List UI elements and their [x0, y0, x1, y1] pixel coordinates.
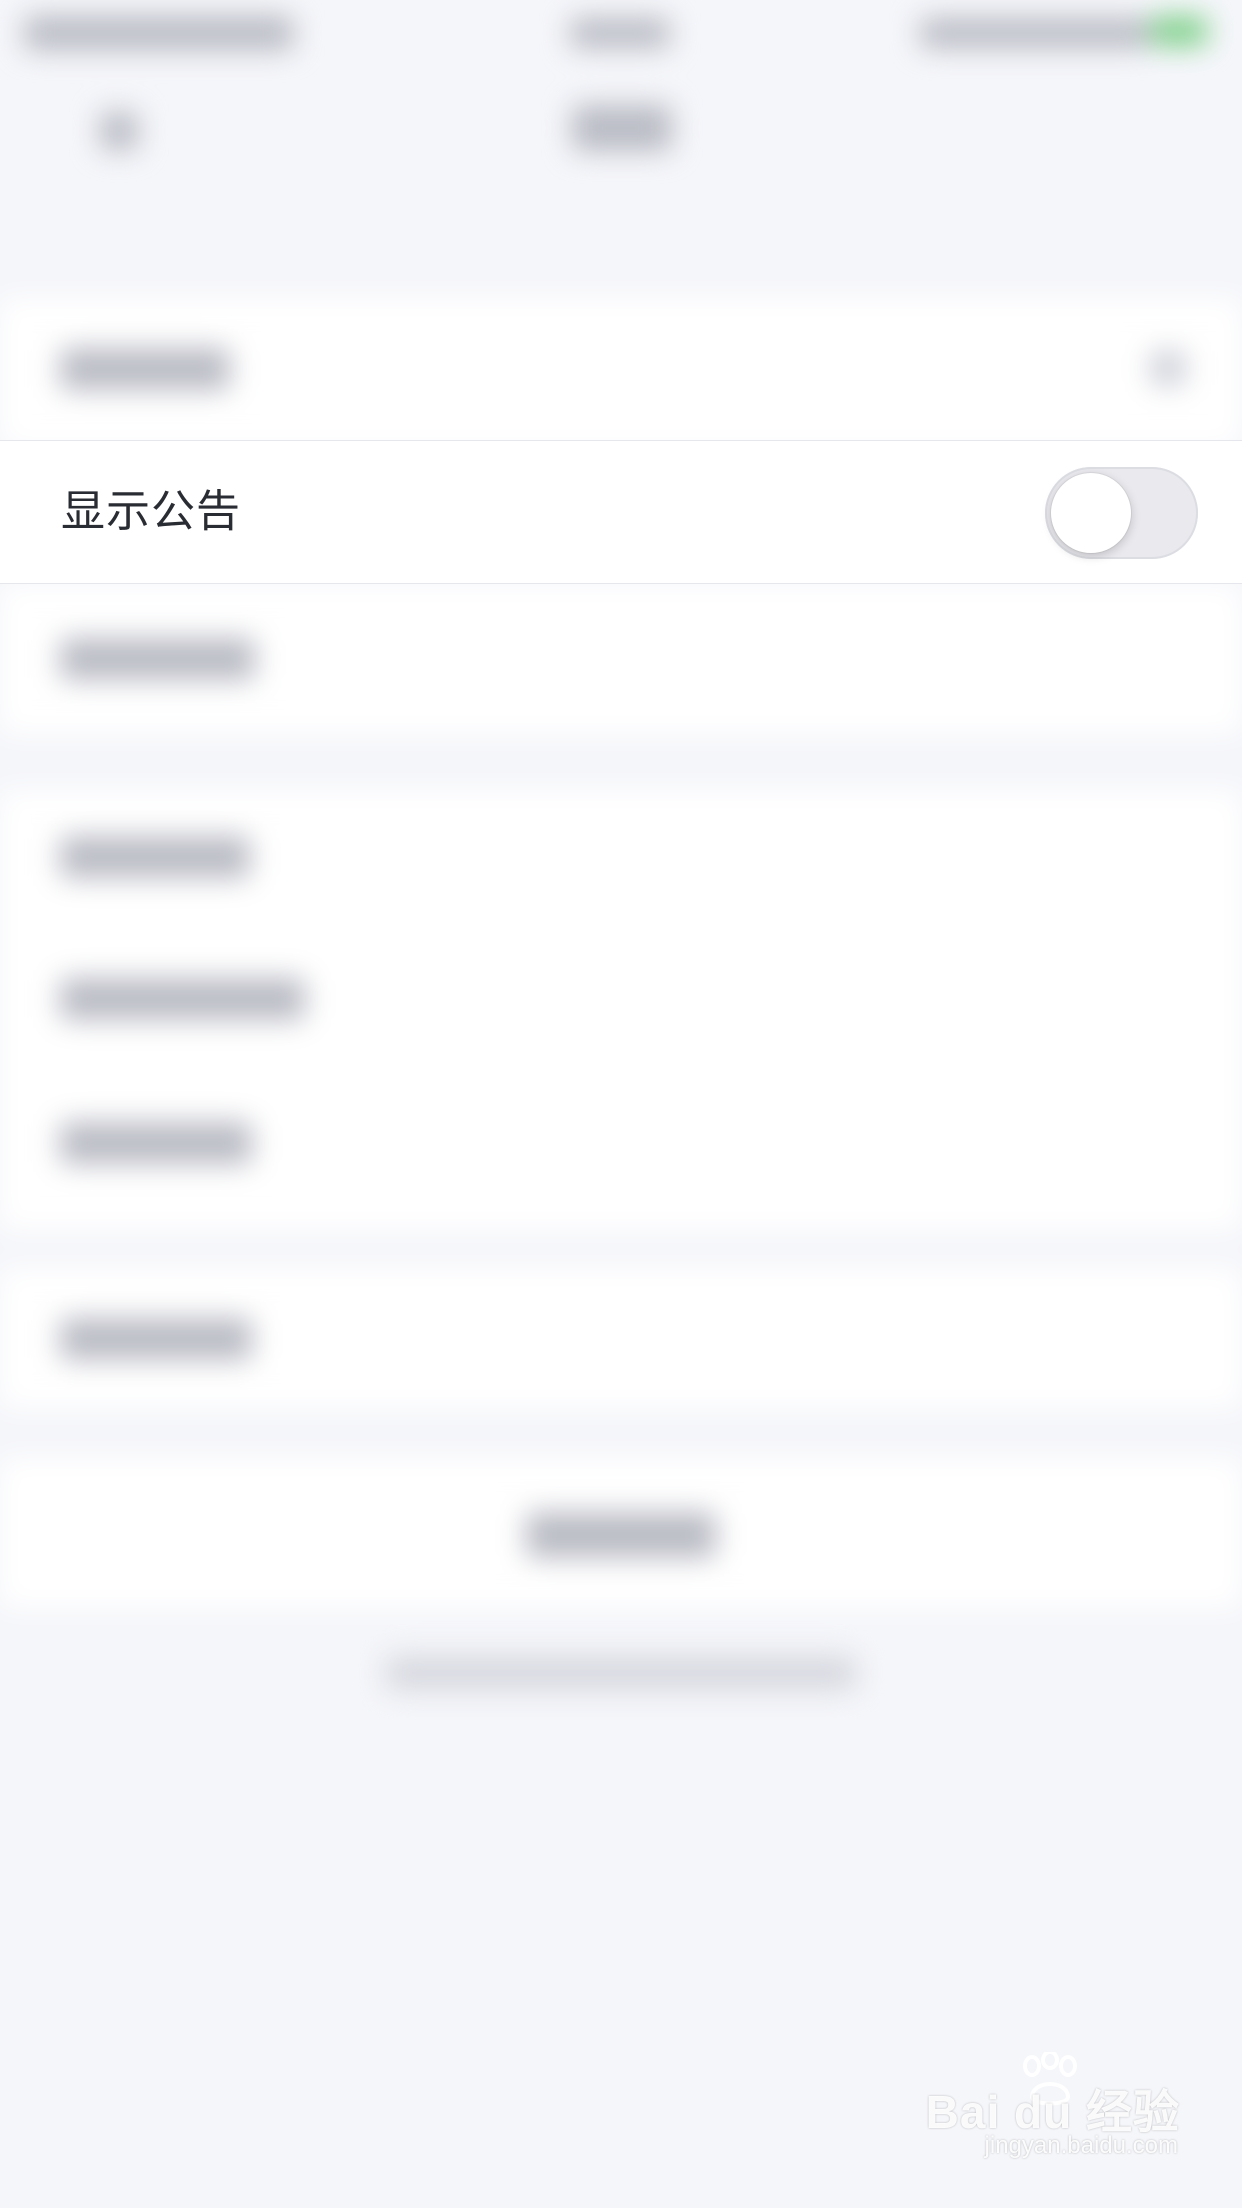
blurred-background [0, 0, 1242, 2208]
status-bar-right [920, 18, 1150, 48]
row-1-chevron [1150, 350, 1186, 386]
row-4-label [60, 836, 250, 878]
status-bar-left [24, 16, 294, 50]
footer-text [385, 1656, 857, 1690]
action-button-label [526, 1512, 716, 1558]
row-6-label [60, 1122, 252, 1164]
setting-row-show-announcement[interactable]: 显示公告 [0, 440, 1242, 584]
status-bar-time [570, 18, 670, 48]
row-7-label [60, 1318, 252, 1360]
watermark: Bai du 经验 jingyan.baidu.com [926, 2052, 1180, 2174]
back-icon [100, 112, 138, 150]
page-title [572, 105, 672, 151]
row-5-label [60, 978, 305, 1020]
row-3-label [60, 638, 255, 680]
row-1-label [60, 348, 230, 390]
watermark-url: jingyan.baidu.com [984, 2132, 1178, 2159]
toggle-knob[interactable] [1051, 473, 1131, 553]
battery-icon [1150, 16, 1208, 46]
show-announcement-toggle[interactable] [1045, 467, 1198, 559]
setting-label: 显示公告 [61, 486, 241, 537]
